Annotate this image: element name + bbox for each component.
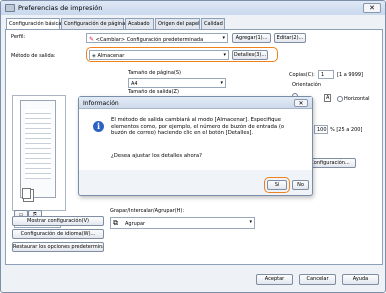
printer-icon	[5, 4, 15, 12]
language-settings-button[interactable]: Configuración de idioma(W)...	[12, 229, 104, 239]
tab-paper-source[interactable]: Origen del papel	[155, 18, 200, 29]
stack-icon	[22, 188, 31, 199]
chevron-down-icon: ▾	[220, 80, 223, 86]
restore-defaults-button[interactable]: Restaurar los opciones predeterminadas	[12, 242, 104, 252]
staple-group-label: Grapar/Intercalar/Agrupar(H):	[110, 208, 185, 214]
tab-page-setup[interactable]: Configuración de página	[61, 18, 125, 29]
profile-select[interactable]: ✎ <Cambiar> Configuración predeterminada…	[86, 33, 228, 43]
dialog-close-button[interactable]: ✕	[294, 99, 308, 107]
tab-finishing[interactable]: Acabado	[125, 18, 154, 29]
dialog-title: Información	[83, 100, 119, 107]
orientation-horizontal-label: Horizontal	[344, 96, 370, 102]
page-size-label: Tamaño de página(S)	[128, 70, 181, 76]
copies-range: [1 a 9999]	[337, 72, 364, 78]
orientation-letter-icon: A	[324, 94, 332, 102]
dialog-body: i El método de salida cambiará al modo […	[79, 109, 312, 170]
dialog-message: El método de salida cambiará al modo [Al…	[111, 117, 285, 136]
help-button[interactable]: Ayuda	[342, 274, 379, 285]
profile-label: Perfil:	[11, 34, 26, 40]
show-settings-button[interactable]: Mostrar configuración(V)	[12, 216, 104, 226]
cancel-button[interactable]: Cancelar	[299, 274, 336, 285]
page-preview	[20, 100, 56, 198]
info-icon: i	[93, 121, 104, 132]
output-size-label: Tamaño de salida(Z)	[128, 89, 179, 95]
copies-label: Copias(C):	[289, 72, 315, 78]
edit-profile-button[interactable]: Editar(2)...	[274, 33, 306, 43]
chevron-down-icon: ▾	[223, 52, 226, 58]
information-dialog: Información ✕ i El método de salida camb…	[78, 96, 313, 196]
chevron-down-icon: ▾	[222, 35, 225, 41]
window-title: Preferencias de impresión	[18, 4, 103, 12]
collate-icon: ⧉	[113, 219, 118, 227]
no-button[interactable]: No	[292, 180, 309, 190]
close-button[interactable]: ✕	[363, 3, 381, 13]
print-preferences-window: Preferencias de impresión ✕ Configuració…	[0, 0, 386, 293]
profile-value: <Cambiar> Configuración predeterminada	[95, 37, 204, 43]
orientation-label: Orientación	[292, 82, 322, 88]
zoom-input[interactable]: 100	[314, 125, 328, 134]
dialog-title-bar: Información ✕	[79, 97, 312, 109]
details-button[interactable]: Detalles(3)...	[232, 50, 268, 60]
title-bar: Preferencias de impresión ✕	[1, 1, 385, 15]
page-size-value: A4	[131, 81, 138, 87]
output-method-value: Almacenar	[97, 53, 125, 59]
chevron-down-icon: ▾	[249, 219, 252, 225]
copies-input[interactable]: 1	[318, 70, 334, 79]
page-size-select[interactable]: A4 ▾	[128, 78, 226, 88]
staple-group-value: Agrupar	[125, 221, 146, 227]
output-method-select[interactable]: ◈ Almacenar ▾	[89, 50, 229, 60]
storage-icon: ◈	[92, 53, 96, 59]
dialog-question: ¿Desea ajustar los detalles ahora?	[111, 153, 202, 159]
staple-group-select[interactable]: ⧉ Agrupar ▾	[110, 217, 255, 229]
ok-button[interactable]: Aceptar	[256, 274, 293, 285]
yes-button[interactable]: Sí	[267, 180, 287, 190]
add-profile-button[interactable]: Agregar(1)...	[232, 33, 271, 43]
orientation-horizontal-radio[interactable]	[337, 96, 343, 102]
output-method-label: Método de salida:	[11, 53, 56, 59]
pencil-icon: ✎	[89, 36, 95, 43]
zoom-range: % [25 a 200]	[330, 127, 363, 133]
tab-quality[interactable]: Calidad	[201, 18, 225, 29]
